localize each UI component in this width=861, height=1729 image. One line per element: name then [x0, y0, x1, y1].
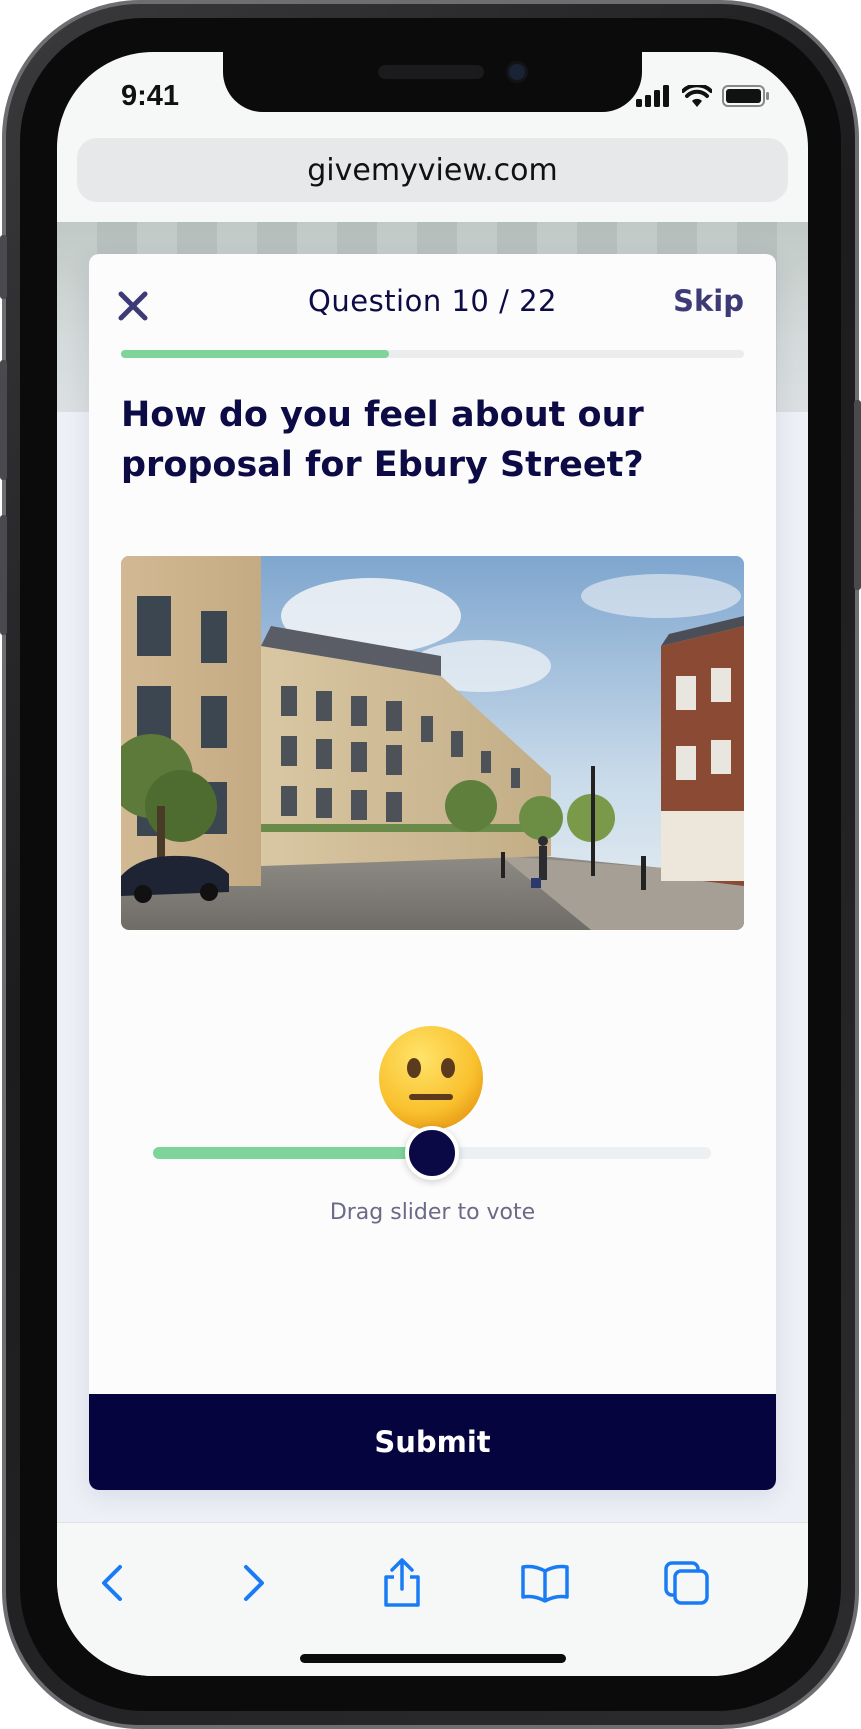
side-button-left [0, 515, 7, 635]
phone-screen: 9:41 givemyview.com Question 10 / 22 Ski… [57, 52, 808, 1676]
forward-icon [244, 1565, 264, 1601]
side-button-left [0, 235, 7, 299]
forward-button[interactable] [223, 1553, 283, 1613]
skip-button[interactable]: Skip [673, 284, 744, 318]
notch [223, 52, 642, 112]
address-bar[interactable]: givemyview.com [77, 138, 788, 202]
side-button-left [0, 360, 7, 480]
battery-icon [722, 85, 769, 107]
browser-toolbar [57, 1522, 808, 1676]
bookmarks-icon [521, 1564, 569, 1603]
home-indicator[interactable] [300, 1654, 566, 1663]
back-icon [102, 1565, 122, 1601]
survey-card: Question 10 / 22 Skip How do you feel ab… [89, 254, 776, 1490]
status-time: 9:41 [121, 80, 180, 112]
bookmarks-button[interactable] [515, 1553, 575, 1613]
vote-slider-thumb[interactable] [405, 1126, 459, 1180]
question-text: How do you feel about our proposal for E… [121, 395, 644, 485]
submit-button[interactable]: Submit [89, 1394, 776, 1490]
url-text: givemyview.com [307, 152, 558, 188]
side-button-right [854, 400, 861, 590]
slider-hint: Drag slider to vote [329, 1200, 536, 1225]
cellular-signal-icon [636, 85, 669, 107]
wifi-icon [682, 85, 712, 107]
progress-bar [121, 350, 744, 358]
proposal-image [121, 556, 744, 930]
front-camera [506, 61, 528, 83]
progress-bar-fill [121, 350, 389, 358]
neutral-face-icon [379, 1026, 483, 1130]
vote-slider-fill [153, 1147, 432, 1159]
share-button[interactable] [372, 1553, 432, 1613]
share-icon [384, 1558, 420, 1607]
back-button[interactable] [83, 1553, 143, 1613]
tabs-icon [664, 1561, 709, 1605]
tabs-button[interactable] [657, 1553, 717, 1613]
web-content: Question 10 / 22 Skip How do you feel ab… [57, 222, 808, 1522]
status-icons [636, 85, 770, 107]
speaker [378, 65, 484, 79]
